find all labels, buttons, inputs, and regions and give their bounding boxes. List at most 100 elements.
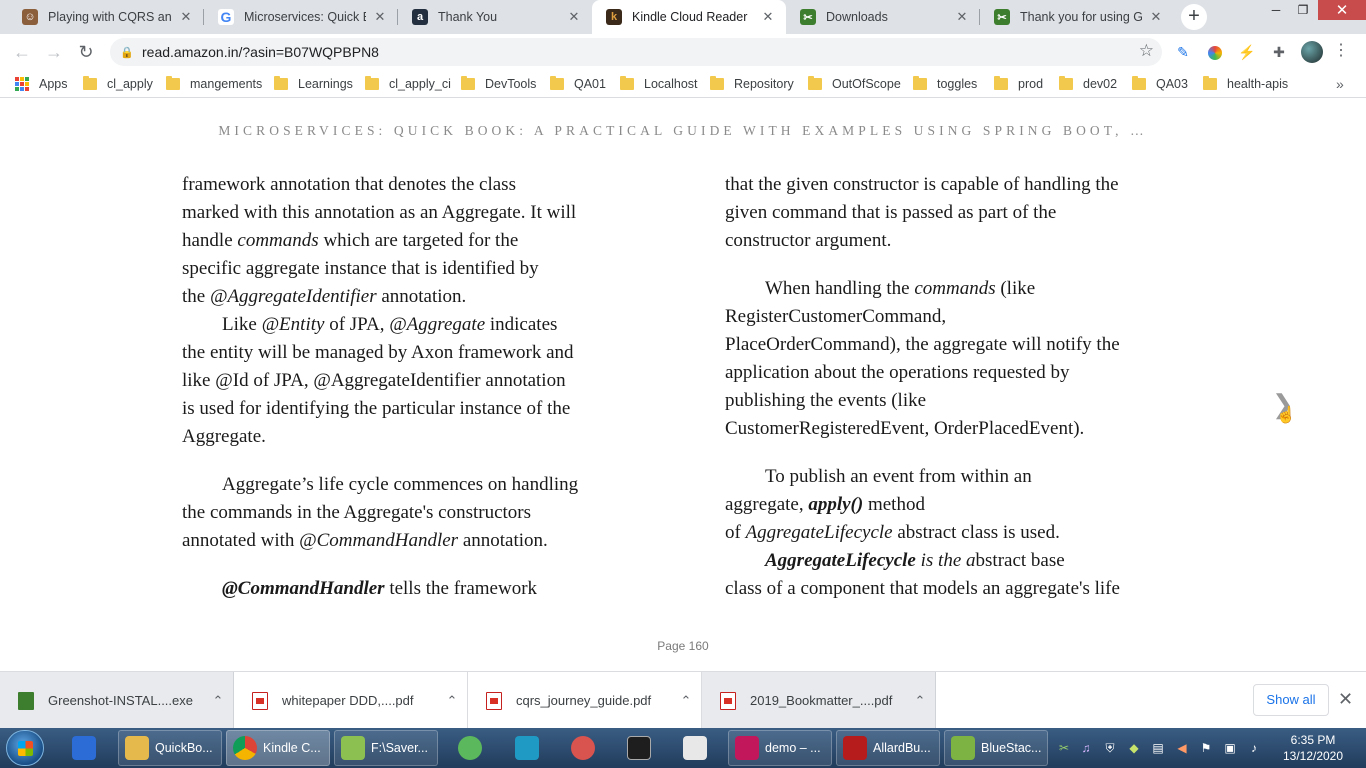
- taskbar-snipping-tool[interactable]: [563, 730, 603, 766]
- text-line: application about the operations request…: [725, 362, 1070, 383]
- profile-avatar[interactable]: [1301, 41, 1323, 63]
- download-options-chevron-icon[interactable]: ⌃: [437, 693, 467, 709]
- tab-greenshot-thanks[interactable]: ✂ Thank you for using Gree ✕: [980, 0, 1174, 34]
- download-options-chevron-icon[interactable]: ⌃: [671, 693, 701, 709]
- bookmark-folder-toggles[interactable]: toggles: [913, 75, 977, 93]
- show-all-downloads-button[interactable]: Show all: [1253, 684, 1329, 716]
- tab-thank-you[interactable]: a Thank You ✕: [398, 0, 592, 34]
- tab-close-icon[interactable]: ✕: [954, 9, 970, 25]
- pdf-file-icon: [252, 691, 268, 710]
- reload-button[interactable]: ↻: [74, 40, 98, 64]
- system-clock[interactable]: 6:35 PM 13/12/2020: [1270, 732, 1356, 764]
- bookmarks-overflow-chevron-icon[interactable]: »: [1336, 76, 1344, 92]
- bookmark-label: QA03: [1156, 77, 1188, 91]
- tray-network-icon[interactable]: ▣: [1222, 736, 1238, 760]
- download-options-chevron-icon[interactable]: ⌃: [203, 693, 233, 709]
- tab-kindle-cloud-reader[interactable]: k Kindle Cloud Reader ✕: [592, 0, 786, 34]
- taskbar-explorer-quickbook[interactable]: QuickBo...: [118, 730, 222, 766]
- close-downloads-shelf-icon[interactable]: ✕: [1338, 689, 1353, 710]
- editor-app-icon: [515, 736, 539, 760]
- maximize-window-button[interactable]: ❐: [1289, 0, 1317, 20]
- tab-close-icon[interactable]: ✕: [178, 9, 194, 25]
- tray-flag-icon[interactable]: ⚑: [1198, 736, 1214, 760]
- forward-button[interactable]: →: [42, 40, 66, 64]
- text-line: constructor argument.: [725, 230, 892, 251]
- tray-network-bars-icon[interactable]: ▤: [1150, 736, 1166, 760]
- taskbar-notepad[interactable]: F:\Saver...: [334, 730, 438, 766]
- address-url[interactable]: read.amazon.in/?asin=B07WQPBPN8: [142, 44, 379, 60]
- download-item[interactable]: cqrs_journey_guide.pdf ⌃: [468, 672, 702, 729]
- text-line: Aggregate’s life cycle commences on hand…: [222, 474, 579, 495]
- taskbar-document-app[interactable]: [675, 730, 715, 766]
- text-run: When handling the: [765, 278, 915, 299]
- tray-app-icon[interactable]: ♫: [1078, 736, 1094, 760]
- bookmark-folder-prod[interactable]: prod: [994, 75, 1043, 93]
- tab-title: Thank you for using Gree: [1020, 10, 1142, 24]
- tab-close-icon[interactable]: ✕: [1148, 9, 1164, 25]
- lock-icon: 🔒: [120, 46, 134, 59]
- close-window-button[interactable]: ✕: [1318, 0, 1366, 20]
- tray-speaker-icon[interactable]: ♪: [1246, 736, 1262, 760]
- tab-downloads[interactable]: ✂ Downloads ✕: [786, 0, 980, 34]
- taskbar-clock-app[interactable]: [450, 730, 490, 766]
- bookmark-folder-dev02[interactable]: dev02: [1059, 75, 1117, 93]
- minimize-window-button[interactable]: ─: [1262, 0, 1290, 20]
- taskbar-bluestacks[interactable]: BlueStac...: [944, 730, 1048, 766]
- taskbar-acrobat[interactable]: AllardBu...: [836, 730, 940, 766]
- taskbar-command-prompt[interactable]: [619, 730, 659, 766]
- bookmark-folder-qa01[interactable]: QA01: [550, 75, 606, 93]
- bookmark-folder-mangements[interactable]: mangements: [166, 75, 262, 93]
- bookmark-folder-repository[interactable]: Repository: [710, 75, 794, 93]
- bookmark-folder-localhost[interactable]: Localhost: [620, 75, 698, 93]
- bookmark-folder-cl-apply-ci[interactable]: cl_apply_ci: [365, 75, 451, 93]
- browser-menu-icon[interactable]: ⋮: [1333, 42, 1349, 60]
- tray-greenshot-icon[interactable]: ✂: [1056, 736, 1072, 760]
- bookmark-label: QA01: [574, 77, 606, 91]
- download-item[interactable]: 2019_Bookmatter_....pdf ⌃: [702, 672, 936, 729]
- bookmark-folder-outofscope[interactable]: OutOfScope: [808, 75, 901, 93]
- tab-close-icon[interactable]: ✕: [372, 9, 388, 25]
- taskbar-intellij-demo[interactable]: demo – ...: [728, 730, 832, 766]
- new-tab-button[interactable]: +: [1181, 4, 1207, 30]
- bookmark-folder-learnings[interactable]: Learnings: [274, 75, 353, 93]
- tab-close-icon[interactable]: ✕: [760, 9, 776, 25]
- taskbar-editor-app[interactable]: [507, 730, 547, 766]
- download-filename: cqrs_journey_guide.pdf: [516, 693, 652, 708]
- puzzle-extensions-icon[interactable]: ✚: [1269, 42, 1289, 62]
- taskbar-chrome-kindle[interactable]: Kindle C...: [226, 730, 330, 766]
- bookmark-folder-health-apis[interactable]: health-apis: [1203, 75, 1288, 93]
- text-line: the @AggregateIdentifier annotation.: [182, 283, 652, 311]
- back-button[interactable]: ←: [10, 40, 34, 64]
- tray-stack-icon[interactable]: ◆: [1126, 736, 1142, 760]
- download-item[interactable]: Greenshot-INSTAL....exe ⌃: [0, 672, 234, 729]
- chrome-icon: [233, 736, 257, 760]
- download-filename: whitepaper DDD,....pdf: [282, 693, 414, 708]
- bolt-extension-icon[interactable]: ⚡: [1237, 42, 1257, 62]
- bookmark-star-icon[interactable]: ☆: [1139, 41, 1154, 61]
- download-item[interactable]: whitepaper DDD,....pdf ⌃: [234, 672, 468, 729]
- download-options-chevron-icon[interactable]: ⌃: [905, 693, 935, 709]
- color-wheel-extension-icon[interactable]: [1205, 42, 1225, 62]
- pen-extension-icon[interactable]: ✎: [1173, 42, 1193, 62]
- bookmark-label: cl_apply_ci: [389, 77, 451, 91]
- bookmark-folder-devtools[interactable]: DevTools: [461, 75, 536, 93]
- text-run: bstract base: [975, 550, 1065, 571]
- bookmark-folder-qa03[interactable]: QA03: [1132, 75, 1188, 93]
- text-line: the entity will be managed by Axon frame…: [182, 342, 574, 363]
- tab-cqrs[interactable]: ☺ Playing with CQRS and E ✕: [8, 0, 204, 34]
- tab-strip: ☺ Playing with CQRS and E ✕ G Microservi…: [0, 0, 1366, 34]
- kindle-reader: MICROSERVICES: QUICK BOOK: A PRACTICAL G…: [0, 99, 1366, 671]
- bookmark-label: Repository: [734, 77, 794, 91]
- bookmark-apps[interactable]: Apps: [15, 75, 68, 93]
- start-button[interactable]: [6, 730, 44, 766]
- tab-close-icon[interactable]: ✕: [566, 9, 582, 25]
- tab-microservices[interactable]: G Microservices: Quick Boo ✕: [204, 0, 398, 34]
- tray-security-shield-icon[interactable]: ⛨: [1102, 736, 1118, 760]
- bookmark-folder-cl-apply[interactable]: cl_apply: [83, 75, 153, 93]
- tray-volume-icon[interactable]: ◀: [1174, 736, 1190, 760]
- text-run: (like: [995, 278, 1036, 299]
- bookmarks-bar: Apps cl_apply mangements Learnings cl_ap…: [0, 70, 1366, 98]
- taskbar-wps-writer[interactable]: [64, 730, 104, 766]
- clock-date: 13/12/2020: [1282, 749, 1344, 763]
- address-bar[interactable]: 🔒 read.amazon.in/?asin=B07WQPBPN8 ☆: [110, 38, 1162, 66]
